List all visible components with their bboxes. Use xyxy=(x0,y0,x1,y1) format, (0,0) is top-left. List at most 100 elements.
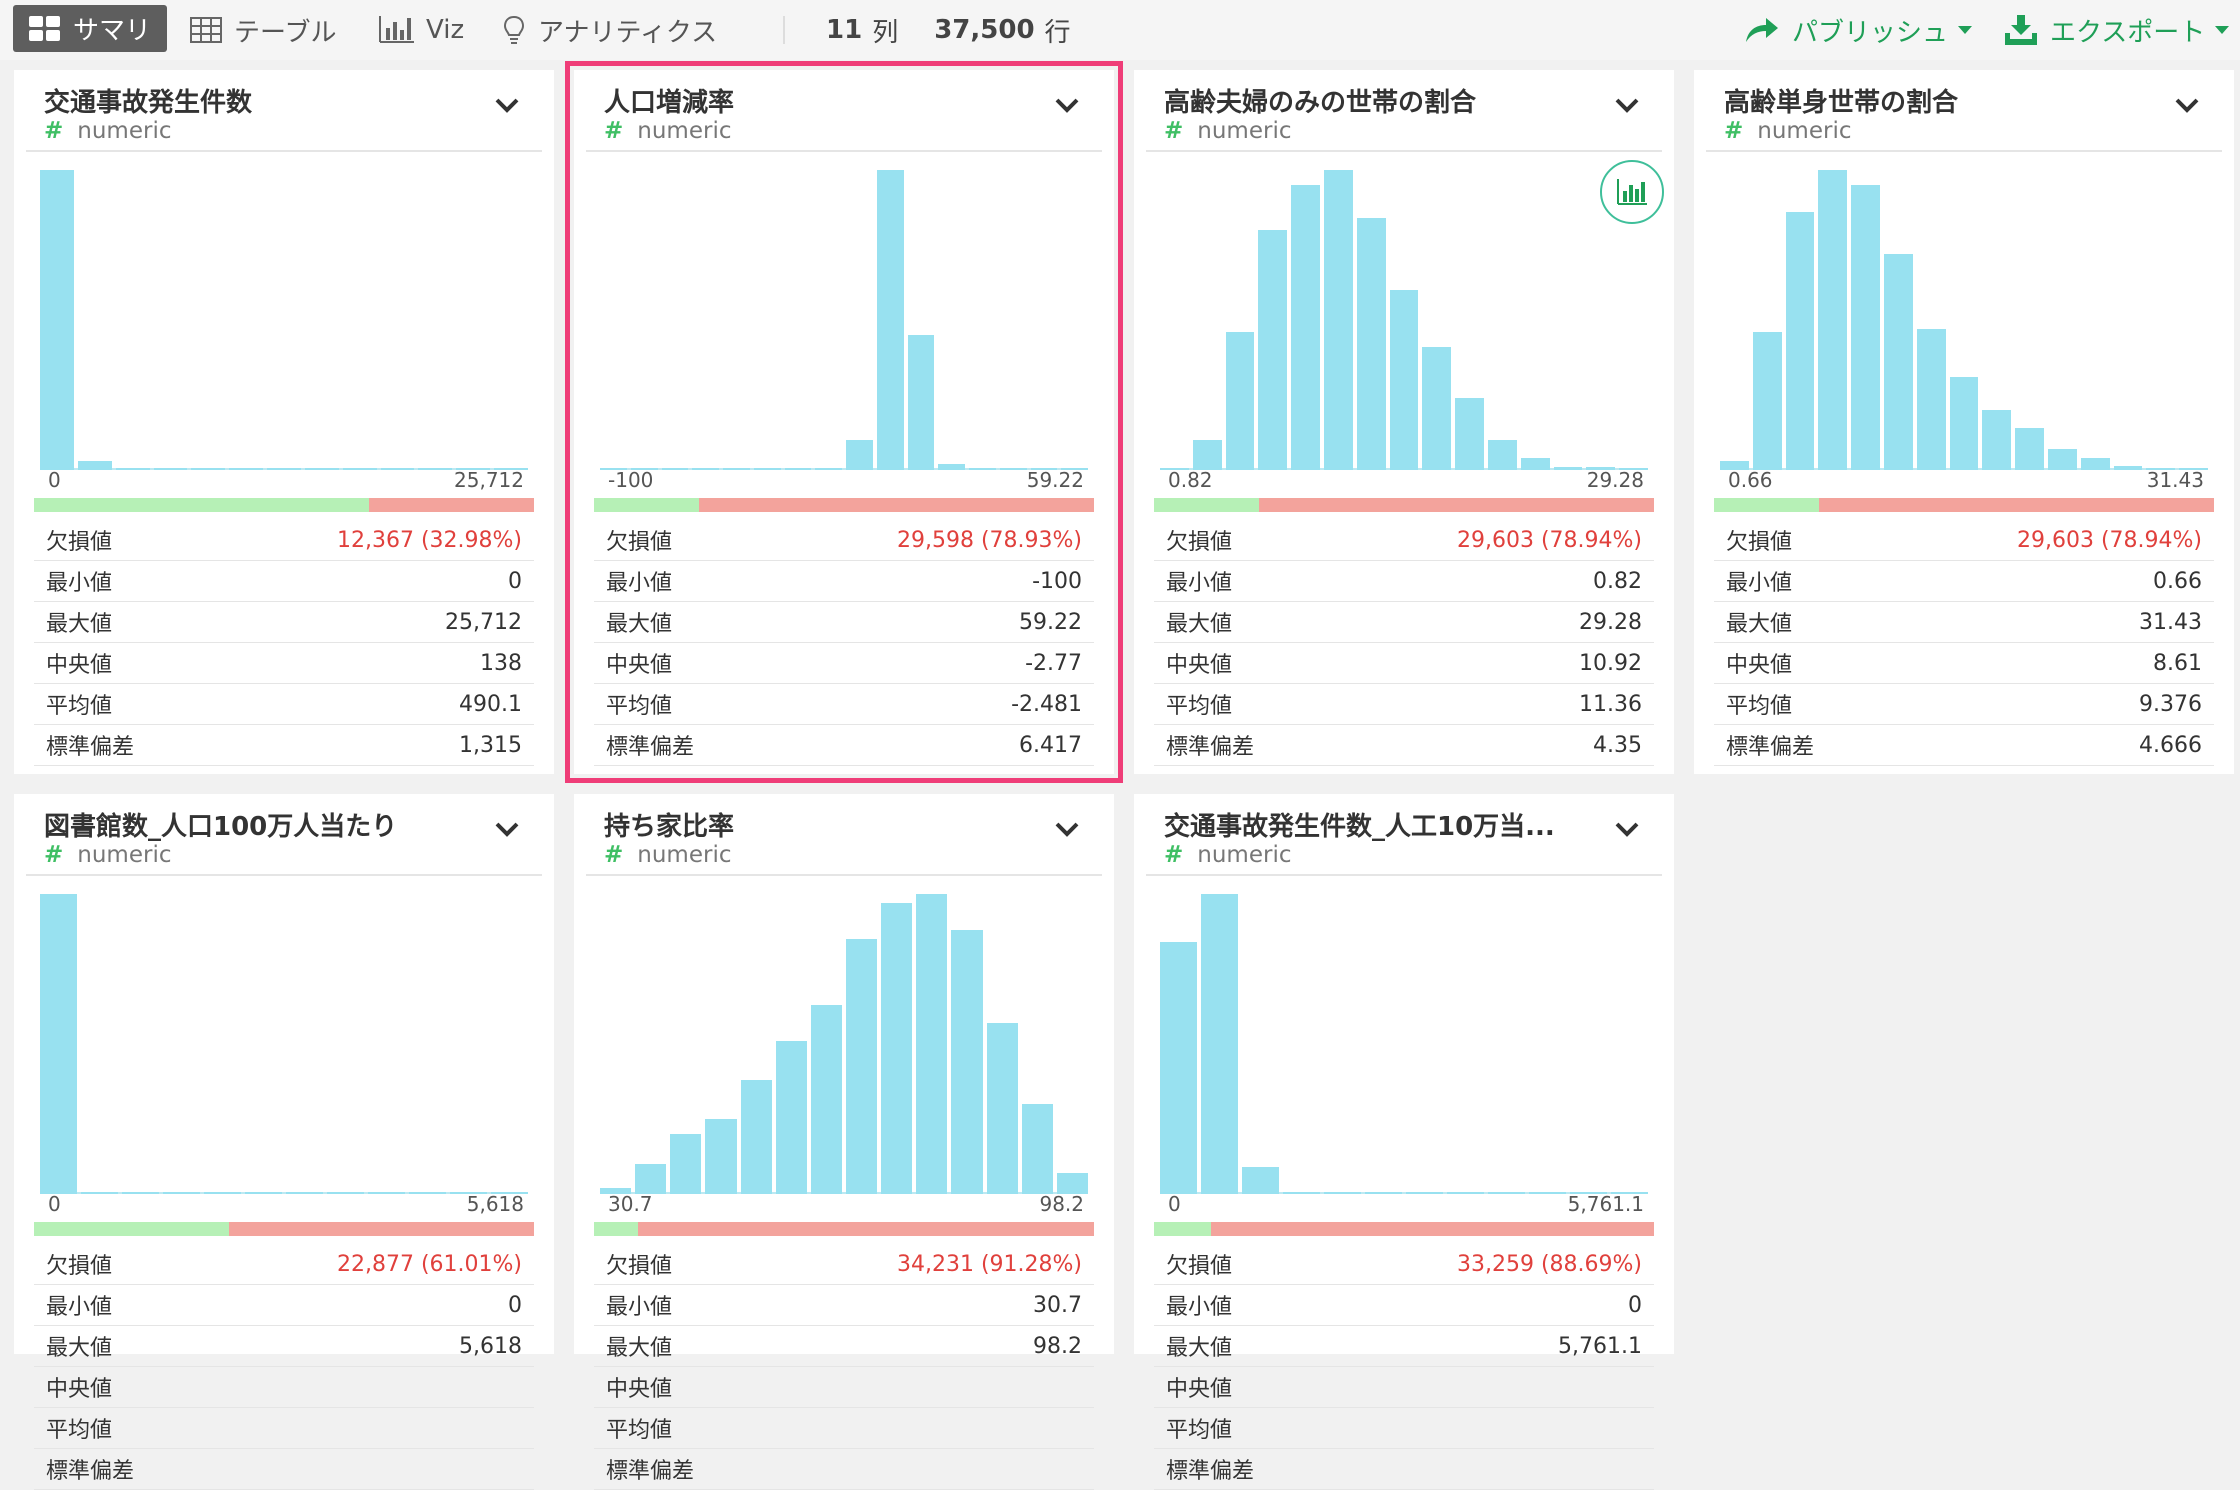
histogram-bar[interactable] xyxy=(692,468,719,470)
histogram-bar[interactable] xyxy=(40,170,74,470)
histogram-bar[interactable] xyxy=(810,1005,842,1194)
histogram-bar[interactable] xyxy=(1365,1192,1402,1194)
histogram-bar[interactable] xyxy=(191,468,226,470)
histogram-bar[interactable] xyxy=(1422,347,1452,470)
tab-viz[interactable]: Viz xyxy=(378,0,464,60)
histogram-bar[interactable] xyxy=(1389,290,1419,470)
histogram-bar[interactable] xyxy=(1324,1192,1361,1194)
histogram-bar[interactable] xyxy=(1818,170,1848,470)
histogram-bar[interactable] xyxy=(1406,1192,1443,1194)
histogram-bar[interactable] xyxy=(815,468,842,470)
histogram-bar[interactable] xyxy=(740,1080,772,1194)
histogram-bar[interactable] xyxy=(1488,1192,1525,1194)
histogram-bar[interactable] xyxy=(1258,230,1288,470)
chevron-down-icon[interactable] xyxy=(2174,96,2200,114)
histogram-bar[interactable] xyxy=(876,170,904,470)
column-card[interactable]: 人口増減率 # numeric -100 59.22 欠損値 29,598 (78.93%)… xyxy=(565,61,1123,783)
histogram-bar[interactable] xyxy=(2015,428,2044,470)
column-card[interactable]: 高齢夫婦のみの世帯の割合 # numeric 0.82 29.28 欠損値 29,603 (… xyxy=(1134,70,1674,774)
histogram-bar[interactable] xyxy=(1851,185,1880,470)
histogram-bar[interactable] xyxy=(1752,332,1782,470)
histogram-bar[interactable] xyxy=(229,468,264,470)
histogram-bar[interactable] xyxy=(304,468,339,470)
column-card[interactable]: 交通事故発生件数_人工10万当... # numeric 0 5,761.1 欠損値 33,… xyxy=(1134,794,1674,1490)
histogram-bar[interactable] xyxy=(1785,212,1815,470)
histogram-bar[interactable] xyxy=(115,468,150,470)
histogram-bar[interactable] xyxy=(327,1192,364,1194)
tab-analytics[interactable]: アナリティクス xyxy=(502,0,717,60)
histogram-bar[interactable] xyxy=(2080,458,2110,470)
histogram-bar[interactable] xyxy=(1225,332,1255,470)
histogram-bar[interactable] xyxy=(418,468,453,470)
histogram-bar[interactable] xyxy=(267,468,301,470)
histogram-bar[interactable] xyxy=(1283,1192,1320,1194)
histogram-bar[interactable] xyxy=(342,468,377,470)
histogram-bar[interactable] xyxy=(670,1134,702,1194)
histogram-bar[interactable] xyxy=(1447,1192,1484,1194)
column-card[interactable]: 高齢単身世帯の割合 # numeric 0.66 31.43 欠損値 29,603 (78.… xyxy=(1694,70,2234,774)
histogram-bar[interactable] xyxy=(1324,170,1353,470)
histogram-bar[interactable] xyxy=(1488,440,1517,470)
histogram-bar[interactable] xyxy=(753,468,781,470)
histogram-bar[interactable] xyxy=(846,939,878,1194)
histogram-bar[interactable] xyxy=(1529,1192,1566,1194)
histogram-bar[interactable] xyxy=(1916,329,1946,470)
histogram-bar[interactable] xyxy=(1455,398,1484,470)
column-card[interactable]: 持ち家比率 # numeric 30.7 98.2 欠損値 34,231 (91.28%) 最… xyxy=(574,794,1114,1490)
histogram-bar[interactable] xyxy=(1982,410,2012,470)
histogram-bar[interactable] xyxy=(122,1192,159,1194)
histogram-bar[interactable] xyxy=(635,1164,667,1194)
histogram-bar[interactable] xyxy=(81,1192,118,1194)
histogram-bar[interactable] xyxy=(705,1119,737,1194)
histogram-bar[interactable] xyxy=(2048,449,2077,470)
histogram-bar[interactable] xyxy=(1201,894,1238,1194)
chevron-down-icon[interactable] xyxy=(1054,96,1080,114)
publish-button[interactable]: パブリッシュ xyxy=(1744,0,1973,60)
histogram-bar[interactable] xyxy=(951,930,983,1194)
histogram-bar[interactable] xyxy=(1160,942,1197,1194)
histogram-bar[interactable] xyxy=(1242,1167,1279,1194)
histogram-bar[interactable] xyxy=(1021,1104,1053,1194)
histogram-bar[interactable] xyxy=(986,1023,1018,1194)
histogram-bar[interactable] xyxy=(380,468,415,470)
histogram-bar[interactable] xyxy=(881,903,913,1194)
histogram-bar[interactable] xyxy=(368,1192,405,1194)
chevron-down-icon[interactable] xyxy=(1614,820,1640,838)
histogram-bar[interactable] xyxy=(723,468,750,470)
histogram-bar[interactable] xyxy=(907,335,935,470)
histogram-bar[interactable] xyxy=(286,1192,323,1194)
histogram-bar[interactable] xyxy=(916,894,948,1194)
histogram-bar[interactable] xyxy=(1949,377,1979,470)
histogram-bar[interactable] xyxy=(40,894,77,1194)
histogram-bar[interactable] xyxy=(2113,465,2143,470)
column-card[interactable]: 交通事故発生件数 # numeric 0 25,712 欠損値 12,367 (32.98%… xyxy=(14,70,554,774)
histogram-bar[interactable] xyxy=(1056,1173,1088,1194)
histogram-bar[interactable] xyxy=(969,468,996,470)
histogram-bar[interactable] xyxy=(1553,467,1583,470)
tab-summary[interactable]: サマリ xyxy=(13,5,167,52)
chevron-down-icon[interactable] xyxy=(494,96,520,114)
column-card[interactable]: 図書館数_人口100万人当たり # numeric 0 5,618 欠損値 22,877 (… xyxy=(14,794,554,1490)
histogram-bar[interactable] xyxy=(77,461,112,470)
histogram-bar[interactable] xyxy=(1291,185,1320,470)
tab-table[interactable]: テーブル xyxy=(190,0,336,60)
histogram-bar[interactable] xyxy=(1192,440,1222,470)
chevron-down-icon[interactable] xyxy=(494,820,520,838)
histogram-bar[interactable] xyxy=(409,1192,446,1194)
histogram-bar[interactable] xyxy=(999,468,1027,470)
histogram-bar[interactable] xyxy=(204,1192,241,1194)
export-button[interactable]: エクスポート xyxy=(2004,0,2230,60)
histogram-bar[interactable] xyxy=(846,440,873,470)
histogram-bar[interactable] xyxy=(1884,254,1913,470)
histogram-bar[interactable] xyxy=(775,1041,807,1194)
chevron-down-icon[interactable] xyxy=(1614,96,1640,114)
histogram-bar[interactable] xyxy=(1520,458,1550,470)
histogram-bar[interactable] xyxy=(938,464,965,470)
histogram-bar[interactable] xyxy=(153,468,188,470)
histogram-bar[interactable] xyxy=(784,468,812,470)
histogram-bar[interactable] xyxy=(661,468,689,470)
chevron-down-icon[interactable] xyxy=(1054,820,1080,838)
histogram-bar[interactable] xyxy=(1356,218,1386,470)
histogram-bar[interactable] xyxy=(245,1192,282,1194)
histogram-bar[interactable] xyxy=(163,1192,200,1194)
